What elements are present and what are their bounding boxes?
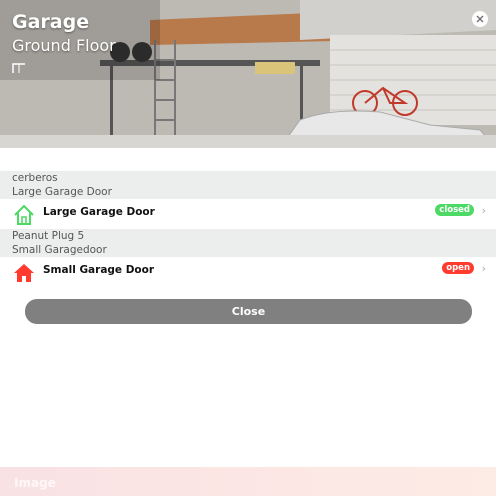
page-title: Garage: [12, 11, 90, 33]
home-icon: [14, 204, 34, 225]
item-group-header: Small Garagedoor: [0, 243, 496, 257]
device-group-header: Peanut Plug 5: [0, 229, 496, 243]
device-group-header: cerberos: [0, 171, 496, 185]
list-item[interactable]: Small Garage Door open ›: [0, 257, 496, 287]
list-item[interactable]: Large Garage Door closed ›: [0, 199, 496, 229]
item-label: Large Garage Door: [43, 206, 155, 218]
page-subtitle: Ground Floor: [12, 36, 116, 55]
close-button[interactable]: Close: [25, 299, 472, 324]
status-badge: closed: [435, 204, 474, 216]
close-icon[interactable]: [472, 11, 488, 27]
room-image: Garage Ground Floor: [0, 0, 496, 148]
footer-bar: [0, 467, 496, 496]
footer-label: Image: [14, 476, 56, 490]
garage-icon: [12, 63, 25, 73]
home-icon: [14, 264, 34, 282]
chevron-right-icon: ›: [481, 262, 486, 275]
item-label: Small Garage Door: [43, 264, 155, 276]
item-group-header: Large Garage Door: [0, 185, 496, 199]
status-badge: open: [442, 262, 474, 274]
chevron-right-icon: ›: [481, 204, 486, 217]
